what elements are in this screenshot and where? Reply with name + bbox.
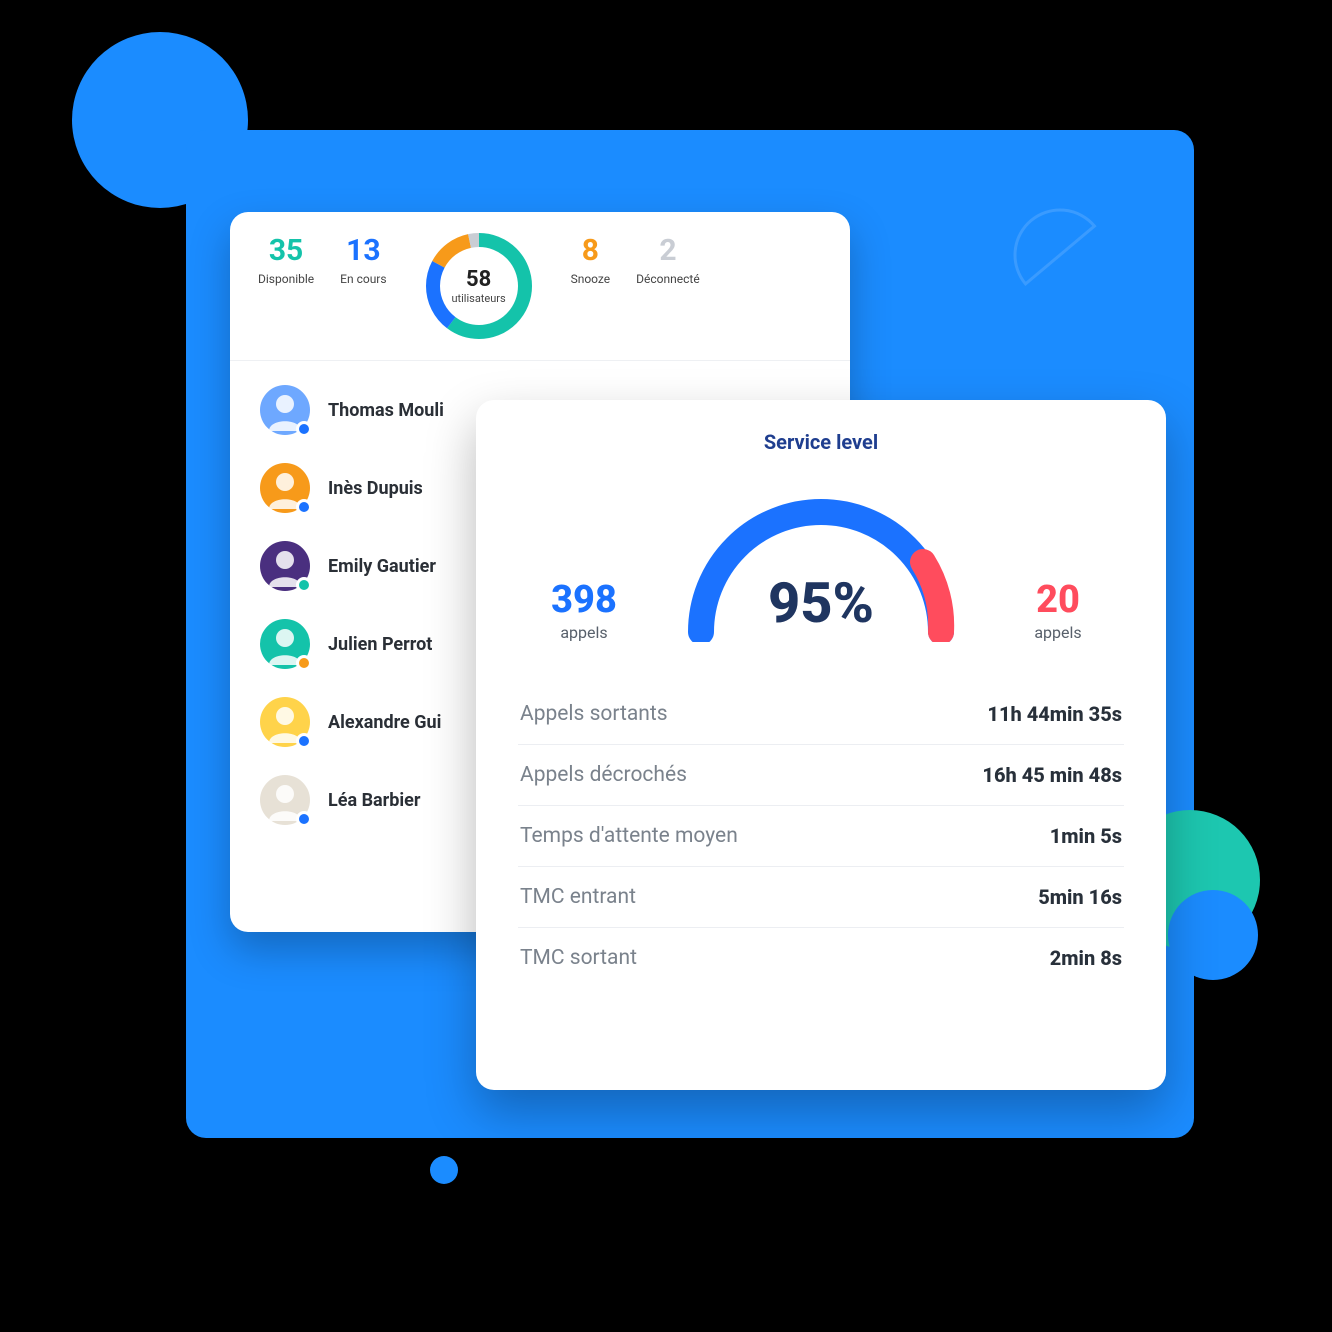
avatar	[260, 463, 310, 513]
service-calls-in-sla-value: 398	[524, 581, 644, 619]
user-name: Julien Perrot	[328, 634, 432, 655]
stat-en-cours-label: En cours	[340, 272, 386, 286]
user-name: Thomas Mouli	[328, 400, 444, 421]
metric-row: Appels décrochés 16h 45 min 48s	[518, 744, 1124, 805]
users-total-ring: 58 utilisateurs	[423, 230, 535, 342]
status-dot	[296, 499, 312, 515]
service-level-title: Service level	[518, 430, 1124, 454]
service-level-gauge: 95%	[661, 462, 981, 642]
stat-disponible[interactable]: 35 Disponible	[258, 236, 314, 286]
service-calls-in-sla: 398 appels	[524, 581, 644, 642]
stage: 35 Disponible 13 En cours	[0, 0, 1332, 1332]
metric-value: 11h 44min 35s	[987, 702, 1122, 726]
ring-total-label: utilisateurs	[451, 292, 505, 305]
metric-label: TMC sortant	[520, 946, 637, 970]
ring-total-value: 58	[466, 267, 491, 292]
user-name: Alexandre Gui	[328, 712, 441, 733]
stat-deconnecte[interactable]: 2 Déconnecté	[636, 236, 700, 286]
ring-center-label: 58 utilisateurs	[423, 230, 535, 342]
avatar	[260, 541, 310, 591]
metric-label: Temps d'attente moyen	[520, 824, 738, 848]
metric-row: TMC entrant 5min 16s	[518, 866, 1124, 927]
metric-value: 1min 5s	[1050, 824, 1122, 848]
user-name: Léa Barbier	[328, 790, 420, 811]
stat-snooze[interactable]: 8 Snooze	[571, 236, 611, 286]
stat-disponible-label: Disponible	[258, 272, 314, 286]
metric-label: Appels décrochés	[520, 763, 687, 787]
decor-circle-bottom-small	[430, 1156, 458, 1184]
service-metrics-list: Appels sortants 11h 44min 35s Appels décro…	[518, 684, 1124, 988]
status-dot	[296, 733, 312, 749]
status-dot	[296, 421, 312, 437]
metric-row: Appels sortants 11h 44min 35s	[518, 684, 1124, 744]
metric-label: Appels sortants	[520, 702, 668, 726]
status-dot	[296, 577, 312, 593]
stat-deconnecte-label: Déconnecté	[636, 272, 700, 286]
stat-snooze-value: 8	[571, 236, 611, 266]
service-level-card: Service level 398 appels 95% 20 appels A…	[476, 400, 1166, 1090]
status-dot	[296, 811, 312, 827]
service-calls-out-sla-value: 20	[998, 581, 1118, 619]
metric-value: 16h 45 min 48s	[982, 763, 1122, 787]
stat-en-cours-value: 13	[340, 236, 386, 266]
stat-en-cours[interactable]: 13 En cours	[340, 236, 386, 286]
metric-row: TMC sortant 2min 8s	[518, 927, 1124, 988]
service-level-summary: 398 appels 95% 20 appels	[518, 462, 1124, 648]
metric-row: Temps d'attente moyen 1min 5s	[518, 805, 1124, 866]
service-calls-out-sla: 20 appels	[998, 581, 1118, 642]
user-name: Emily Gautier	[328, 556, 436, 577]
service-level-percent: 95%	[661, 570, 981, 636]
service-calls-in-sla-label: appels	[524, 623, 644, 642]
metric-value: 2min 8s	[1050, 946, 1122, 970]
avatar	[260, 619, 310, 669]
status-dot	[296, 655, 312, 671]
decor-half-circle-outline	[1010, 205, 1110, 305]
avatar	[260, 697, 310, 747]
stat-disponible-value: 35	[258, 236, 314, 266]
metric-label: TMC entrant	[520, 885, 636, 909]
stat-deconnecte-value: 2	[636, 236, 700, 266]
service-calls-out-sla-label: appels	[998, 623, 1118, 642]
users-status-header: 35 Disponible 13 En cours	[230, 212, 850, 361]
avatar	[260, 385, 310, 435]
metric-value: 5min 16s	[1038, 885, 1122, 909]
user-name: Inès Dupuis	[328, 478, 423, 499]
decor-circle-blue-right	[1168, 890, 1258, 980]
stat-snooze-label: Snooze	[571, 272, 611, 286]
avatar	[260, 775, 310, 825]
